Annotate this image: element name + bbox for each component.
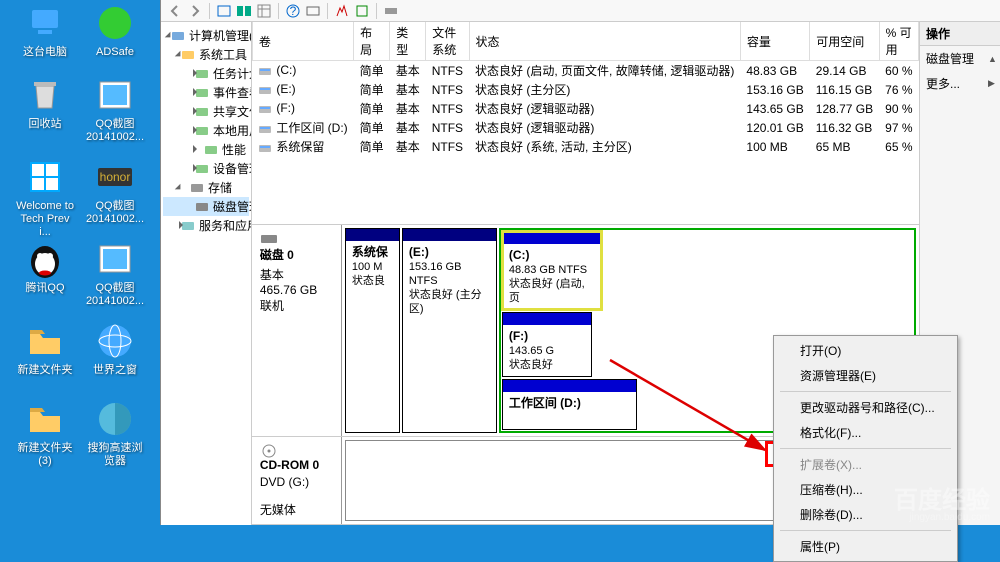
column-header[interactable]: 布局 bbox=[354, 22, 390, 61]
desktop-icon[interactable]: Welcome toTech Previ... bbox=[15, 156, 75, 239]
desktop-icon[interactable]: 新建文件夹(3) bbox=[15, 398, 75, 468]
svg-text:?: ? bbox=[290, 4, 297, 18]
desktop-icon[interactable]: 新建文件夹 bbox=[15, 320, 75, 377]
context-menu-item[interactable]: 格式化(F)... bbox=[776, 420, 955, 445]
partition[interactable]: (F:)143.65 G状态良好 bbox=[502, 312, 592, 377]
tree-services[interactable]: 服务和应用程序 bbox=[163, 216, 249, 235]
desktop-icon[interactable]: QQ截图20141002... bbox=[85, 74, 145, 144]
column-header[interactable]: 卷 bbox=[252, 22, 353, 61]
toolbar-icon[interactable] bbox=[305, 3, 321, 19]
column-header[interactable]: 类型 bbox=[390, 22, 426, 61]
help-icon[interactable]: ? bbox=[285, 3, 301, 19]
context-menu-item[interactable]: 更改驱动器号和路径(C)... bbox=[776, 395, 955, 420]
forward-icon[interactable] bbox=[187, 3, 203, 19]
tree-sys-item[interactable]: 性能 bbox=[163, 140, 249, 159]
volume-row[interactable]: (E:)简单基本NTFS状态良好 (主分区)153.16 GB116.15 GB… bbox=[252, 80, 918, 99]
volume-row[interactable]: (F:)简单基本NTFS状态良好 (逻辑驱动器)143.65 GB128.77 … bbox=[252, 99, 918, 118]
partition[interactable]: 系统保100 M状态良 bbox=[345, 228, 400, 433]
desktop-icon[interactable]: 搜狗高速浏览器 bbox=[85, 398, 145, 468]
toolbar-icon[interactable] bbox=[354, 3, 370, 19]
toolbar-icon[interactable] bbox=[383, 3, 399, 19]
back-icon[interactable] bbox=[167, 3, 183, 19]
volume-list: 卷布局类型文件系统状态容量可用空间% 可用(C:)简单基本NTFS状态良好 (启… bbox=[252, 22, 919, 224]
volume-row[interactable]: 系统保留简单基本NTFS状态良好 (系统, 活动, 主分区)100 MB65 M… bbox=[252, 137, 918, 156]
action-diskmgmt[interactable]: 磁盘管理▲ bbox=[920, 46, 1000, 71]
context-menu-item[interactable]: 属性(P) bbox=[776, 534, 955, 559]
context-menu-item[interactable]: 资源管理器(E) bbox=[776, 363, 955, 388]
toolbar-icon[interactable] bbox=[216, 3, 232, 19]
disk-0-info[interactable]: 磁盘 0 基本 465.76 GB 联机 bbox=[252, 225, 342, 436]
tree-sys-item[interactable]: 本地用户和组 bbox=[163, 121, 249, 140]
actions-header: 操作 bbox=[920, 22, 1000, 46]
volume-row[interactable]: 工作区间 (D:)简单基本NTFS状态良好 (逻辑驱动器)120.01 GB11… bbox=[252, 118, 918, 137]
cdrom-info[interactable]: CD-ROM 0 DVD (G:) 无媒体 bbox=[252, 437, 342, 524]
column-header[interactable]: 状态 bbox=[469, 22, 740, 61]
tree-disk-management[interactable]: 磁盘管理 bbox=[163, 197, 249, 216]
tree-system-tools[interactable]: 系统工具 bbox=[163, 45, 249, 64]
tree-storage[interactable]: 存储 bbox=[163, 178, 249, 197]
desktop-icon[interactable]: 这台电脑 bbox=[15, 2, 75, 59]
column-header[interactable]: 文件系统 bbox=[426, 22, 469, 61]
toolbar-icon[interactable] bbox=[334, 3, 350, 19]
svg-text:honor: honor bbox=[100, 170, 131, 184]
desktop: 这台电脑ADSafe回收站QQ截图20141002...Welcome toTe… bbox=[0, 0, 160, 525]
context-menu-item[interactable]: 压缩卷(H)... bbox=[776, 477, 955, 502]
desktop-icon[interactable]: QQ截图20141002... bbox=[85, 238, 145, 308]
desktop-icon[interactable]: honorQQ截图20141002... bbox=[85, 156, 145, 226]
action-more[interactable]: 更多...▶ bbox=[920, 71, 1000, 96]
partition[interactable]: (E:)153.16 GB NTFS状态良好 (主分区) bbox=[402, 228, 497, 433]
context-menu: 打开(O)资源管理器(E) 更改驱动器号和路径(C)...格式化(F)... 扩展卷… bbox=[773, 335, 958, 562]
tree-sys-item[interactable]: 事件查看器 bbox=[163, 83, 249, 102]
volume-row[interactable]: (C:)简单基本NTFS状态良好 (启动, 页面文件, 故障转储, 逻辑驱动器)… bbox=[252, 61, 918, 81]
tree-sys-item[interactable]: 任务计划程序 bbox=[163, 64, 249, 83]
column-header[interactable]: 容量 bbox=[740, 22, 809, 61]
toolbar-icon[interactable] bbox=[256, 3, 272, 19]
nav-tree: 计算机管理(本地)系统工具任务计划程序事件查看器共享文件夹本地用户和组性能设备管… bbox=[161, 22, 252, 525]
toolbar: ? bbox=[161, 0, 1000, 22]
disk-title: 磁盘 0 bbox=[260, 246, 333, 263]
tree-root[interactable]: 计算机管理(本地) bbox=[163, 26, 249, 45]
toolbar-icon[interactable] bbox=[236, 3, 252, 19]
desktop-icon[interactable]: 腾讯QQ bbox=[15, 238, 75, 295]
desktop-icon[interactable]: 世界之窗 bbox=[85, 320, 145, 377]
column-header[interactable]: % 可用 bbox=[879, 22, 918, 61]
desktop-icon[interactable]: ADSafe bbox=[85, 2, 145, 59]
context-menu-item: 扩展卷(X)... bbox=[776, 452, 955, 477]
tree-sys-item[interactable]: 设备管理器 bbox=[163, 159, 249, 178]
watermark-sub: jingyan.baidu.com bbox=[909, 512, 990, 523]
column-header[interactable]: 可用空间 bbox=[810, 22, 879, 61]
context-menu-item[interactable]: 打开(O) bbox=[776, 338, 955, 363]
desktop-icon[interactable]: 回收站 bbox=[15, 74, 75, 131]
tree-sys-item[interactable]: 共享文件夹 bbox=[163, 102, 249, 121]
partition[interactable]: (C:)48.83 GB NTFS状态良好 (启动, 页 bbox=[502, 231, 602, 310]
partition[interactable]: 工作区间 (D:) bbox=[502, 379, 637, 430]
